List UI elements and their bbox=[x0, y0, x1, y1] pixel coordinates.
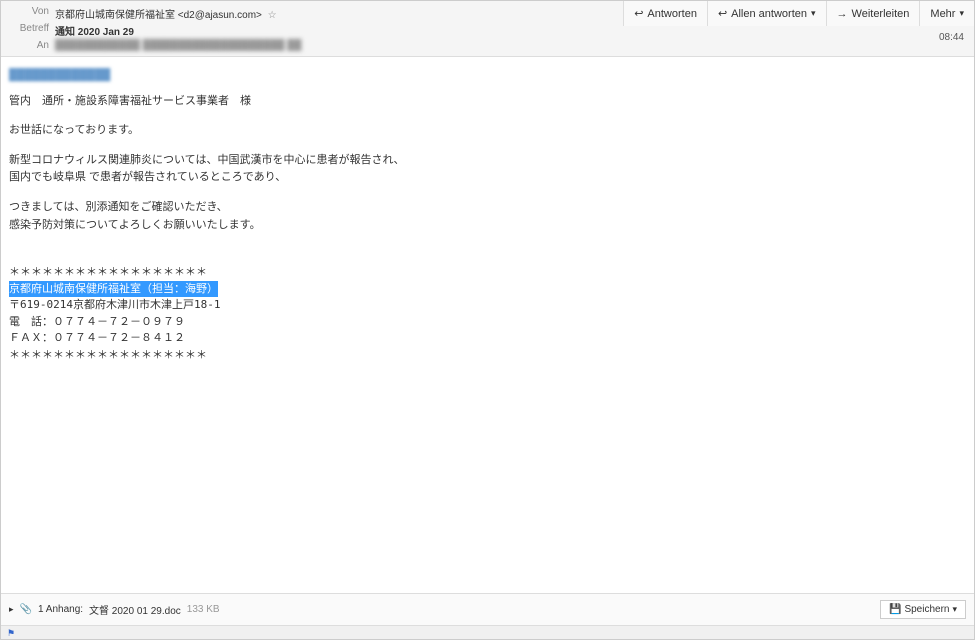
reply-all-icon: ↩ bbox=[718, 7, 727, 20]
body-top-link[interactable]: █████████████ bbox=[9, 67, 110, 85]
chevron-down-icon: ▾ bbox=[811, 8, 816, 19]
to-label: An bbox=[9, 40, 49, 51]
email-header: Von 京都府山城南保健所福祉室 <d2@ajasun.com> ☆ Betre… bbox=[1, 1, 974, 57]
from-text: 京都府山城南保健所福祉室 <d2@ajasun.com> bbox=[55, 10, 262, 21]
subject-label: Betreff bbox=[9, 23, 49, 38]
chevron-down-icon: ▾ bbox=[959, 8, 964, 19]
reply-label: Antworten bbox=[647, 8, 697, 20]
signature-highlight: 京都府山城南保健所福祉室（担当：海野） bbox=[9, 281, 218, 298]
forward-icon: → bbox=[837, 8, 848, 20]
save-icon: 💾 bbox=[889, 604, 901, 615]
signature-stars-bottom: ＊＊＊＊＊＊＊＊＊＊＊＊＊＊＊＊＊＊ bbox=[9, 347, 966, 364]
forward-label: Weiterleiten bbox=[852, 8, 910, 20]
content-line4a: つきましては、別添通知をご確認いただき、 bbox=[9, 201, 228, 213]
subject-value: 通知 2020 Jan 29 bbox=[55, 23, 134, 38]
reply-all-label: Allen antworten bbox=[731, 8, 807, 20]
save-label: Speichern bbox=[904, 604, 949, 615]
chevron-right-icon[interactable]: ▸ bbox=[9, 604, 14, 615]
greeting-line: 管内 通所・施設系障害福祉サービス事業者 様 bbox=[9, 93, 966, 111]
status-bar: ⚑ bbox=[1, 625, 974, 639]
reply-icon: ↩ bbox=[634, 7, 643, 20]
attachment-info[interactable]: ▸ 1 Anhang: 文督 2020 01 29.doc 133 KB bbox=[9, 602, 220, 617]
chevron-down-icon: ▾ bbox=[952, 604, 957, 615]
content-para2: つきましては、別添通知をご確認いただき、 感染予防対策についてよろしくお願いいた… bbox=[9, 199, 966, 234]
timestamp: 08:44 bbox=[623, 26, 974, 49]
to-value: ████████████ ████████████████████ ██ bbox=[55, 40, 301, 51]
toolbar: ↩ Antworten ↩ Allen antworten ▾ → Weiter… bbox=[623, 1, 974, 56]
content-line3b: 国内でも岐阜県 で患者が報告されているところであり、 bbox=[9, 171, 286, 183]
signature-stars-top: ＊＊＊＊＊＊＊＊＊＊＊＊＊＊＊＊＊＊ bbox=[9, 264, 966, 281]
intro-line: お世話になっております。 bbox=[9, 122, 966, 140]
attachment-count-label: 1 Anhang: bbox=[38, 604, 83, 615]
content-line4b: 感染予防対策についてよろしくお願いいたします。 bbox=[9, 219, 261, 231]
signature-block: ＊＊＊＊＊＊＊＊＊＊＊＊＊＊＊＊＊＊ 京都府山城南保健所福祉室（担当：海野） 〒… bbox=[9, 264, 966, 363]
star-icon[interactable]: ☆ bbox=[268, 10, 277, 21]
reply-all-button[interactable]: ↩ Allen antworten ▾ bbox=[707, 1, 826, 26]
attachment-size: 133 KB bbox=[187, 604, 220, 615]
from-label: Von bbox=[9, 6, 49, 21]
content-line3a: 新型コロナウィルス関連肺炎については、中国武漢市を中心に患者が報告され、 bbox=[9, 154, 405, 166]
content-para1: 新型コロナウィルス関連肺炎については、中国武漢市を中心に患者が報告され、 国内で… bbox=[9, 152, 966, 187]
signature-address: 〒619-0214京都府木津川市木津上戸18-1 bbox=[9, 297, 966, 314]
signature-tel: 電 話：０７７４－７２－０９７９ bbox=[9, 314, 966, 331]
header-meta: Von 京都府山城南保健所福祉室 <d2@ajasun.com> ☆ Betre… bbox=[1, 1, 623, 56]
signature-fax: ＦＡＸ：０７７４－７２－８４１２ bbox=[9, 330, 966, 347]
forward-button[interactable]: → Weiterleiten bbox=[826, 1, 920, 26]
attachment-filename: 文督 2020 01 29.doc bbox=[89, 602, 181, 617]
email-body: █████████████ 管内 通所・施設系障害福祉サービス事業者 様 お世話… bbox=[1, 57, 974, 593]
attachment-bar: ▸ 1 Anhang: 文督 2020 01 29.doc 133 KB 💾 S… bbox=[1, 593, 974, 625]
from-value: 京都府山城南保健所福祉室 <d2@ajasun.com> ☆ bbox=[55, 6, 277, 21]
more-label: Mehr bbox=[930, 8, 955, 20]
status-flag-icon[interactable]: ⚑ bbox=[7, 628, 15, 638]
save-attachment-button[interactable]: 💾 Speichern ▾ bbox=[880, 600, 966, 619]
reply-button[interactable]: ↩ Antworten bbox=[623, 1, 707, 26]
more-button[interactable]: Mehr ▾ bbox=[919, 1, 974, 26]
paperclip-icon bbox=[20, 604, 32, 615]
